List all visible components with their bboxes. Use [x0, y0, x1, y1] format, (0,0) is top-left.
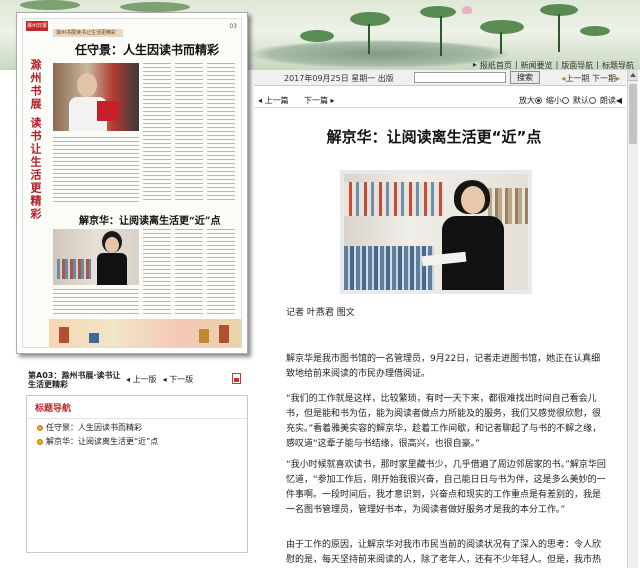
bullet-icon: [37, 424, 43, 431]
newspaper-text-column[interactable]: [175, 63, 203, 203]
banner-lotus-leaf: [350, 12, 390, 26]
newspaper-page-panel[interactable]: 滁州日报 滁州书展 读书让生活更精彩 03 滁州书展读书让生活更精彩 任守景：人…: [16, 12, 248, 354]
zoom-default-option[interactable]: 默认: [573, 95, 596, 106]
banner-lake: [250, 40, 510, 68]
prev-page-button[interactable]: ◂ 上一版: [126, 374, 157, 385]
article-title: 解京华：让阅读离生活更“近”点: [326, 128, 542, 146]
banner-lotus-leaf: [420, 6, 456, 18]
photo-bookshelf: [344, 246, 434, 290]
article-paragraph: “我小时候就喜欢读书，那时家里藏书少，几乎借遍了周边邻居家的书。”解京华回忆道，…: [286, 460, 606, 515]
next-issue-arrow-icon: ▸: [615, 74, 620, 83]
scrollbar-thumb[interactable]: [629, 84, 637, 144]
banner-lotus-leaf: [580, 26, 610, 36]
radio-icon: [534, 97, 542, 104]
read-aloud-button[interactable]: 朗读◀: [600, 95, 622, 106]
issue-date: 2017年09月25日 星期一 出版: [284, 74, 394, 83]
speaker-icon: ◀: [615, 96, 622, 105]
newspaper-text-column[interactable]: [207, 229, 235, 315]
footer-book: [199, 329, 209, 343]
zoom-controls: 放大 缩小 默认 朗读◀: [519, 95, 622, 106]
newspaper-vertical-title: 滁州书展 读书让生活更精彩: [29, 59, 42, 221]
newspaper-page-image[interactable]: 滁州日报 滁州书展 读书让生活更精彩 03 滁州书展读书让生活更精彩 任守景：人…: [22, 18, 242, 348]
newspaper-headline-2[interactable]: 解京华：让阅读离生活更“近”点: [79, 212, 221, 227]
banner-lotus-leaf: [300, 30, 334, 42]
newspaper-headline-1[interactable]: 任守景：人生因读书而精彩: [75, 41, 219, 58]
headline-nav-item-label: 任守景：人生因读书而精彩: [46, 423, 142, 432]
photo-book: [97, 101, 119, 121]
photo-body: [97, 253, 127, 285]
pdf-download-icon[interactable]: [232, 373, 241, 384]
search-input[interactable]: [414, 72, 506, 83]
date-bar: 2017年09月25日 星期一 出版 搜索 ◂上一期 下一期▸: [254, 70, 626, 86]
article-content: 解京华：让阅读离生活更“近”点 记者 叶燕君 图文 解京华是我市图书馆的一名管理…: [258, 112, 610, 568]
next-arrow-icon: ▸: [328, 96, 335, 105]
bullet-icon: [37, 438, 43, 445]
search-button[interactable]: 搜索: [510, 71, 540, 84]
headline-nav-box: 标题导航 任守景：人生因读书而精彩 解京华：让阅读离生活更“近”点: [26, 395, 248, 553]
footer-book: [59, 327, 69, 343]
photo-face: [105, 237, 119, 253]
issue-nav: ◂上一期 下一期▸: [561, 73, 620, 84]
article-photo: [340, 170, 532, 294]
footer-book: [89, 333, 99, 343]
photo-face: [77, 73, 97, 97]
banner-stem: [500, 32, 502, 54]
photo-caption: 记者 叶燕君 图文: [286, 308, 355, 318]
banner-lotus-leaf: [480, 20, 524, 34]
article-scrollbar[interactable]: [627, 70, 638, 568]
next-page-button[interactable]: ◂ 下一版: [163, 374, 194, 385]
next-issue-button[interactable]: 下一期: [592, 74, 616, 83]
newspaper-logo: 滁州日报: [26, 21, 48, 31]
article-paragraph: 解京华是我市图书馆的一名管理员，9月22日，记者走进图书馆，她正在认真细致地给前…: [286, 354, 601, 379]
headline-nav-item-label: 解京华：让阅读离生活更“近”点: [46, 437, 159, 446]
page-nav: ◂ 上一版 ◂ 下一版: [126, 374, 193, 385]
banner-stem: [558, 14, 560, 52]
next-article-button[interactable]: 下一篇 ▸: [304, 95, 335, 106]
prev-issue-button[interactable]: 上一期: [565, 74, 589, 83]
photo-bookshelf: [344, 182, 444, 216]
zoom-in-option[interactable]: 放大: [519, 95, 542, 106]
banner-lotus-leaf: [20, 0, 80, 10]
article-paragraph: 由于工作的原因，让解京华对我市市民当前的阅读状况有了深入的思考：令人欣慰的是，每…: [286, 540, 602, 565]
scroll-up-arrow-icon[interactable]: [628, 70, 638, 81]
newspaper-page-number: 03: [229, 23, 237, 30]
newspaper-footer-art: [49, 319, 241, 347]
headline-nav-item[interactable]: 任守景：人生因读书而精彩: [27, 419, 247, 433]
newspaper-text-column[interactable]: [207, 63, 235, 203]
photo-bookshelf: [57, 259, 91, 279]
headline-nav-title: 标题导航: [27, 396, 247, 419]
newspaper-photo-2[interactable]: [53, 229, 139, 285]
photo-face: [461, 186, 485, 214]
newspaper-text-column[interactable]: [143, 63, 171, 203]
headline-nav-item[interactable]: 解京华：让阅读离生活更“近”点: [27, 433, 247, 447]
radio-icon: [561, 97, 569, 104]
radio-icon: [588, 97, 596, 104]
newspaper-text-column[interactable]: [53, 137, 139, 203]
article-paragraph: “我们的工作就是这样，比较繁琐，有时一天下来，都很难找出时间自己看会儿书，但是能…: [286, 394, 602, 449]
banner-stem: [368, 24, 370, 54]
banner-stem: [440, 16, 442, 56]
newspaper-text-column[interactable]: [175, 229, 203, 315]
newspaper-section-band: 滁州书展读书让生活更精彩: [53, 29, 123, 37]
newspaper-photo-1[interactable]: [53, 63, 139, 131]
newspaper-text-column[interactable]: [143, 229, 171, 315]
banner-lotus-leaf: [120, 2, 190, 12]
banner-lotus-flower: [462, 6, 472, 14]
zoom-out-option[interactable]: 缩小: [546, 95, 569, 106]
page-caption: 第A03：滁州书展·读书让生活更精彩: [28, 371, 121, 389]
article-toolbar: ◂ 上一篇 下一篇 ▸ 放大 缩小 默认 朗读◀: [254, 90, 626, 108]
footer-book: [219, 325, 229, 343]
prev-article-button[interactable]: ◂ 上一篇: [258, 95, 289, 106]
newspaper-text-column[interactable]: [53, 289, 139, 315]
